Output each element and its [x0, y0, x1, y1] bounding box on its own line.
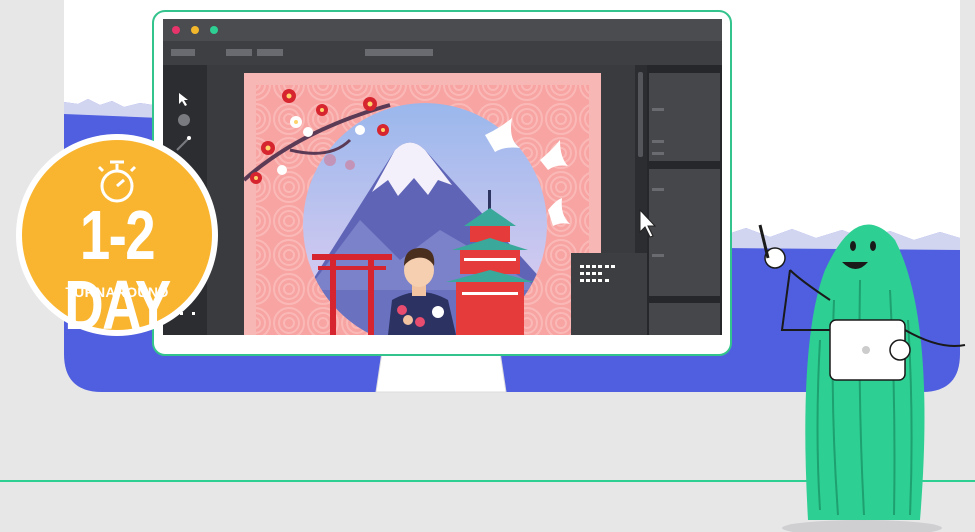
- scrollbar-thumb[interactable]: [638, 72, 643, 157]
- turnaround-badge: [16, 134, 218, 336]
- close-window-dot[interactable]: [172, 26, 180, 34]
- monitor-stand: [375, 351, 507, 393]
- panel-section[interactable]: [649, 73, 720, 161]
- menu-item[interactable]: [257, 49, 283, 56]
- panel-section[interactable]: [649, 303, 720, 335]
- circle-tool-icon[interactable]: [178, 114, 190, 126]
- window-titlebar: [163, 19, 722, 41]
- menu-item[interactable]: [365, 49, 433, 56]
- artwork-japan-scene[interactable]: [244, 73, 601, 350]
- menu-item[interactable]: [171, 49, 195, 56]
- illustration-scene: [0, 0, 975, 532]
- maximize-window-dot[interactable]: [210, 26, 218, 34]
- minimize-window-dot[interactable]: [191, 26, 199, 34]
- menu-item[interactable]: [226, 49, 252, 56]
